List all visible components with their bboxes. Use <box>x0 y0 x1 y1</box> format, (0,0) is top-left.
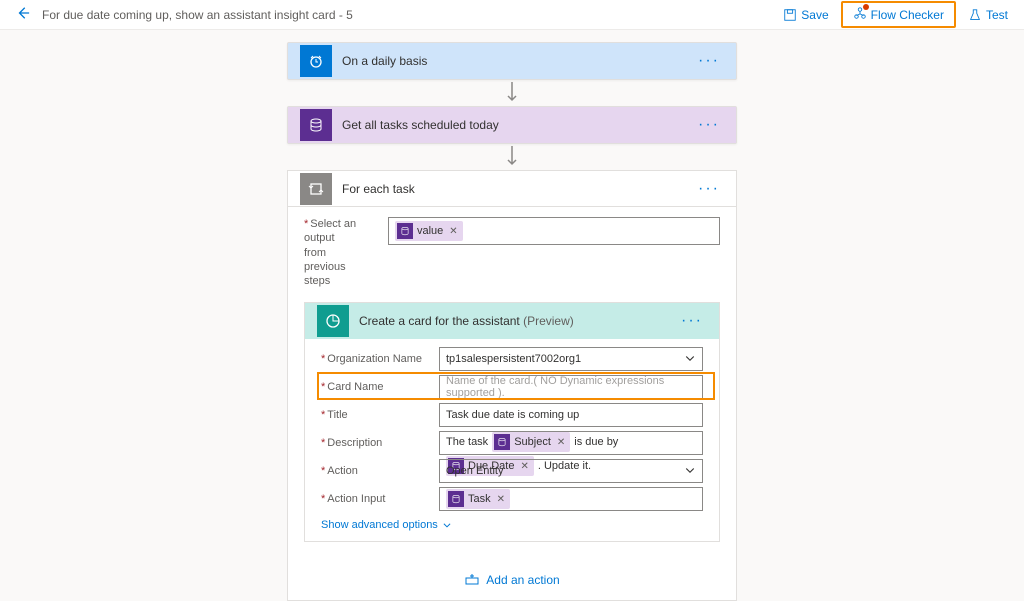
action-input-field[interactable]: Task ✕ <box>439 487 703 511</box>
select-output-label: *Select an output from previous steps <box>304 217 370 288</box>
org-name-row: *Organization Name tp1salespersistent700… <box>321 345 703 373</box>
create-card-header[interactable]: Create a card for the assistant (Preview… <box>305 303 719 339</box>
error-badge <box>863 4 869 10</box>
select-output-input[interactable]: value ✕ <box>388 217 720 245</box>
show-advanced-options[interactable]: Show advanced options <box>321 519 452 531</box>
create-card-more-button[interactable]: ··· <box>677 312 707 330</box>
card-name-row: *Card Name Name of the card.( NO Dynamic… <box>321 373 703 401</box>
title-row: *Title Task due date is coming up <box>321 401 703 429</box>
save-button[interactable]: Save <box>777 6 834 24</box>
trigger-title: On a daily basis <box>342 54 694 68</box>
flow-checker-highlight: Flow Checker <box>841 1 956 28</box>
test-icon <box>968 8 982 22</box>
back-button[interactable] <box>10 4 36 25</box>
test-button[interactable]: Test <box>962 6 1014 24</box>
subject-token[interactable]: Subject ✕ <box>492 432 570 452</box>
action-select[interactable]: Open Entity <box>439 459 703 483</box>
connector-arrow <box>504 144 520 170</box>
token-db-icon <box>494 434 510 450</box>
card-name-input[interactable]: Name of the card.( NO Dynamic expression… <box>439 375 703 399</box>
foreach-title: For each task <box>342 182 694 196</box>
top-bar: For due date coming up, show an assistan… <box>0 0 1024 30</box>
create-card-step: Create a card for the assistant (Preview… <box>304 302 720 542</box>
chart-icon <box>317 305 349 337</box>
token-db-icon <box>397 223 413 239</box>
trigger-card[interactable]: On a daily basis ··· <box>287 42 737 80</box>
top-actions: Save Flow Checker Test <box>777 1 1014 28</box>
title-input[interactable]: Task due date is coming up <box>439 403 703 427</box>
save-label: Save <box>801 8 828 22</box>
description-input[interactable]: The task Subject ✕ is due by Due Date ✕ <box>439 431 703 455</box>
flow-title: For due date coming up, show an assistan… <box>42 8 353 22</box>
create-card-title: Create a card for the assistant (Preview… <box>359 314 677 328</box>
chevron-down-icon <box>684 352 696 367</box>
arrow-left-icon <box>16 6 30 20</box>
flow-checker-button[interactable]: Flow Checker <box>847 4 950 25</box>
trigger-more-button[interactable]: ··· <box>694 52 724 70</box>
test-label: Test <box>986 8 1008 22</box>
value-token[interactable]: value ✕ <box>395 221 463 241</box>
get-tasks-title: Get all tasks scheduled today <box>342 118 694 132</box>
token-label: value <box>417 225 443 237</box>
loop-icon <box>300 173 332 205</box>
database-icon <box>300 109 332 141</box>
token-db-icon <box>448 491 464 507</box>
flow-checker-label: Flow Checker <box>871 8 944 22</box>
chevron-down-icon <box>684 464 696 479</box>
clock-icon <box>300 45 332 77</box>
flow-canvas: On a daily basis ··· Get all tasks sched… <box>0 30 1024 601</box>
org-name-select[interactable]: tp1salespersistent7002org1 <box>439 347 703 371</box>
token-remove[interactable]: ✕ <box>497 494 505 505</box>
save-icon <box>783 8 797 22</box>
add-action-button[interactable]: Add an action <box>304 548 720 588</box>
add-action-icon <box>464 572 480 588</box>
action-row: *Action Open Entity <box>321 457 703 485</box>
foreach-more-button[interactable]: ··· <box>694 180 724 198</box>
description-row: *Description The task Subject ✕ is due b… <box>321 429 703 457</box>
foreach-header[interactable]: For each task ··· <box>288 171 736 207</box>
get-tasks-card[interactable]: Get all tasks scheduled today ··· <box>287 106 737 144</box>
token-remove[interactable]: ✕ <box>557 437 565 448</box>
foreach-container: For each task ··· *Select an output from… <box>287 170 737 601</box>
get-tasks-more-button[interactable]: ··· <box>694 116 724 134</box>
token-remove[interactable]: ✕ <box>449 226 457 237</box>
task-token[interactable]: Task ✕ <box>446 489 510 509</box>
add-action-label: Add an action <box>486 573 559 587</box>
action-input-row: *Action Input Task ✕ <box>321 485 703 513</box>
connector-arrow <box>504 80 520 106</box>
chevron-down-icon <box>442 520 452 530</box>
select-output-row: *Select an output from previous steps va… <box>304 217 720 288</box>
